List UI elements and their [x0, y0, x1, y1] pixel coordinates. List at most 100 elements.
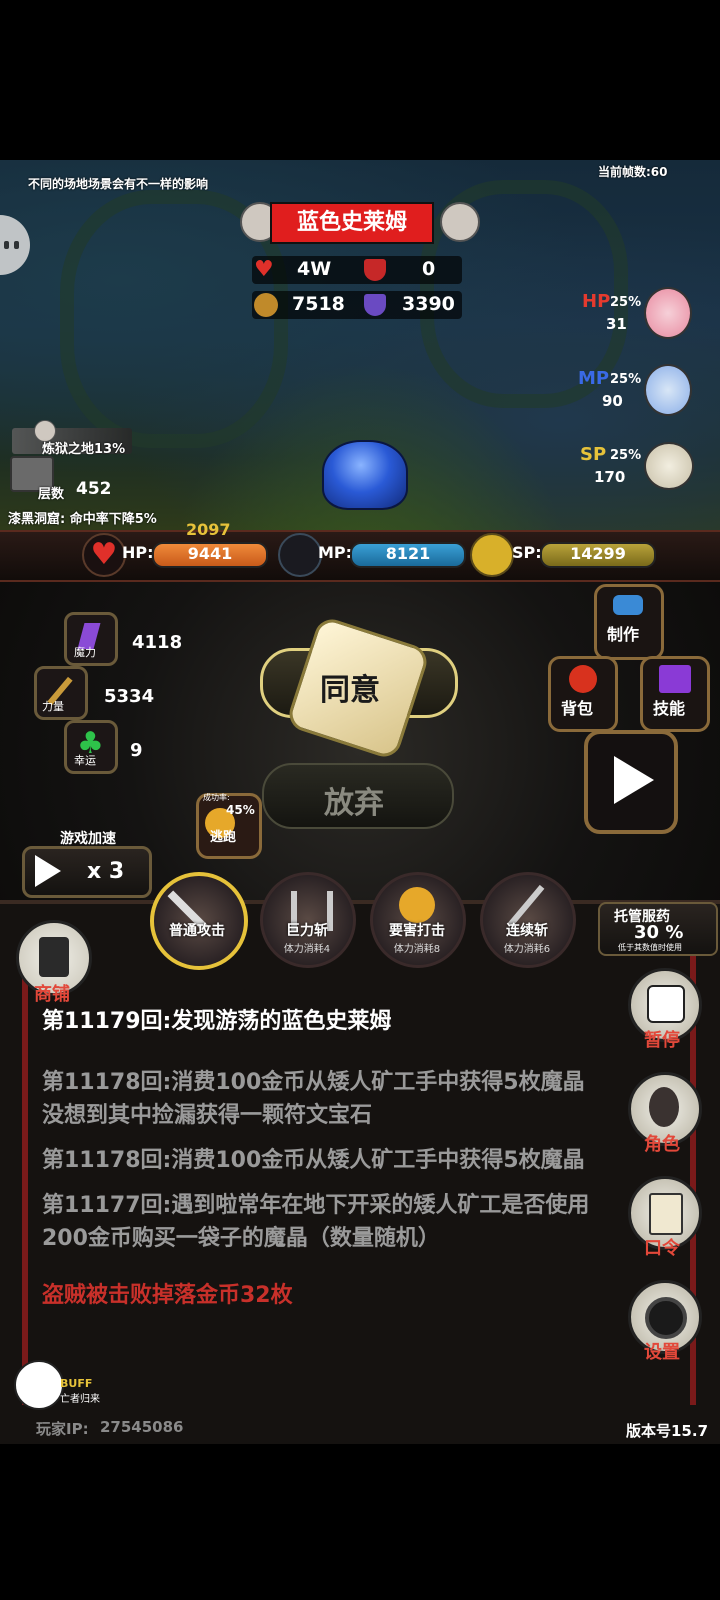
buff-skull-icon[interactable] [14, 1360, 64, 1410]
play-icon [35, 855, 61, 887]
speed-value: x 3 [87, 859, 125, 884]
heart-icon: ♥ [82, 533, 126, 577]
escape-rate-label: 成功率: [203, 793, 230, 802]
potion-label: SP [580, 444, 607, 465]
burst-icon [399, 887, 435, 923]
heart-icon: ♥ [254, 257, 274, 282]
enemy-hp: 4W [297, 258, 332, 280]
shield-icon [364, 294, 386, 316]
attr-name: 幸运 [74, 754, 96, 767]
hp-gain: 2097 [186, 520, 231, 539]
attr-value: 4118 [132, 632, 183, 653]
hooded-figure-icon [649, 1087, 679, 1127]
buff-name: 亡者归来 [60, 1394, 100, 1405]
hp-label: HP: [122, 543, 154, 562]
enemy-name: 蓝色史莱姆 [270, 202, 434, 244]
merchant-icon [39, 937, 69, 977]
escape-label: 逃跑 [210, 830, 237, 845]
pause-label: 暂停 [644, 1030, 680, 1051]
food-plate-icon [644, 442, 694, 490]
buff-label: BUFF [60, 1377, 93, 1390]
sword-icon [254, 293, 278, 317]
bag-icon [569, 665, 597, 693]
blue-slime-sprite [322, 440, 408, 510]
gear-icon [645, 1297, 687, 1339]
auto-potion-note: 低于其数值时使用 [618, 943, 682, 952]
scroll-icon [649, 1193, 683, 1235]
potion-percent: 25% [610, 448, 642, 463]
skill-name: 要害打击 [389, 923, 445, 939]
potion-percent: 25% [610, 372, 642, 387]
enemy-nameplate: 蓝色史莱姆 [240, 200, 480, 244]
floor-label: 层数 [38, 487, 65, 502]
character-label: 角色 [644, 1134, 680, 1155]
attr-name: 力量 [42, 700, 64, 713]
battle-log: 第11179回:发现游荡的蓝色史莱姆 第11178回:消费100金币从矮人矿工手… [42, 1005, 602, 1312]
book-icon [659, 665, 691, 693]
player-ip: 27545086 [100, 1418, 184, 1436]
version: 版本号15.7 [626, 1422, 709, 1440]
speed-button[interactable]: x 3 [22, 846, 152, 898]
log-entry: 第11178回:消费100金币从矮人矿工手中获得5枚魔晶没想到其中捡漏获得一颗符… [42, 1070, 585, 1128]
sp-potion[interactable]: SP 25% 170 [578, 440, 708, 495]
area-effect: 漆黑洞窟: 命中率下降5% [8, 512, 157, 527]
area-name: 炼狱之地13% [42, 442, 126, 457]
play-icon [614, 756, 654, 804]
log-entry: 盗贼被击败掉落金币32枚 [42, 1283, 293, 1308]
sp-value: 14299 [570, 544, 626, 563]
scene-hint: 不同的场地场景会有不一样的影响 [28, 177, 209, 191]
mp-potion[interactable]: MP 25% 90 [578, 362, 708, 417]
craft-button[interactable]: 制作 [594, 584, 664, 660]
skill-name: 普通攻击 [169, 923, 225, 939]
potion-label: MP [578, 368, 610, 389]
escape-rate: 45% [226, 803, 255, 817]
armor-icon [364, 259, 386, 281]
skill-cost: 体力消耗4 [283, 944, 331, 955]
panel-border-left [22, 945, 28, 1405]
hp-potion[interactable]: HP 25% 31 [578, 285, 708, 340]
dice-icon [647, 985, 685, 1023]
sp-label: SP: [512, 543, 542, 562]
potion-bottle-icon [644, 364, 692, 416]
code-label: 口令 [644, 1238, 680, 1259]
hammer-icon [613, 595, 643, 615]
enemy-defense: 3390 [402, 293, 455, 315]
enemy-attack: 7518 [292, 293, 345, 315]
log-entry: 第11179回:发现游荡的蓝色史莱姆 [42, 1009, 392, 1034]
enemy-stats-row2: 7518 3390 [252, 291, 462, 319]
log-entry: 第11178回:消费100金币从矮人矿工手中获得5枚魔晶 [42, 1148, 585, 1173]
skills-button[interactable]: 技能 [640, 656, 710, 732]
muscle-icon [470, 533, 514, 577]
fps-counter: 当前帧数:60 [598, 165, 668, 179]
mp-label: MP: [318, 543, 353, 562]
log-entry: 第11177回:遇到啦常年在地下开采的矮人矿工是否使用200金币购买一袋子的魔晶… [42, 1193, 590, 1251]
auto-potion-value: 30 % [634, 922, 684, 943]
attr-value: 5334 [104, 686, 155, 707]
player-ip-label: 玩家IP: [36, 1420, 89, 1438]
agree-label: 同意 [320, 673, 380, 708]
bag-button[interactable]: 背包 [548, 656, 618, 732]
settings-label: 设置 [644, 1342, 680, 1363]
start-button[interactable] [584, 730, 678, 834]
shop-label: 商铺 [34, 984, 70, 1005]
abandon-label: 放弃 [324, 786, 384, 821]
floor-value: 452 [76, 479, 112, 499]
skills-label: 技能 [653, 699, 686, 718]
skill-name: 巨力斩 [286, 923, 328, 939]
potion-count: 90 [602, 392, 623, 410]
potion-bottle-icon [644, 287, 692, 339]
skull-icon [440, 202, 480, 242]
area-banner: 炼狱之地13% [12, 420, 132, 457]
potion-percent: 25% [610, 295, 642, 310]
attr-value: 9 [130, 740, 143, 761]
skill-cost: 体力消耗6 [503, 944, 551, 955]
auto-potion-panel[interactable]: 托管服药 30 % 低于其数值时使用 [598, 902, 718, 956]
potion-count: 31 [606, 315, 627, 333]
speed-title: 游戏加速 [60, 831, 116, 847]
enemy-stats-row1: ♥ 4W 0 [252, 256, 462, 284]
attr-name: 魔力 [74, 646, 96, 659]
enemy-armor: 0 [422, 258, 436, 280]
potion-count: 170 [594, 468, 626, 486]
skill-name: 连续斩 [506, 923, 548, 939]
mp-value: 8121 [385, 544, 431, 563]
